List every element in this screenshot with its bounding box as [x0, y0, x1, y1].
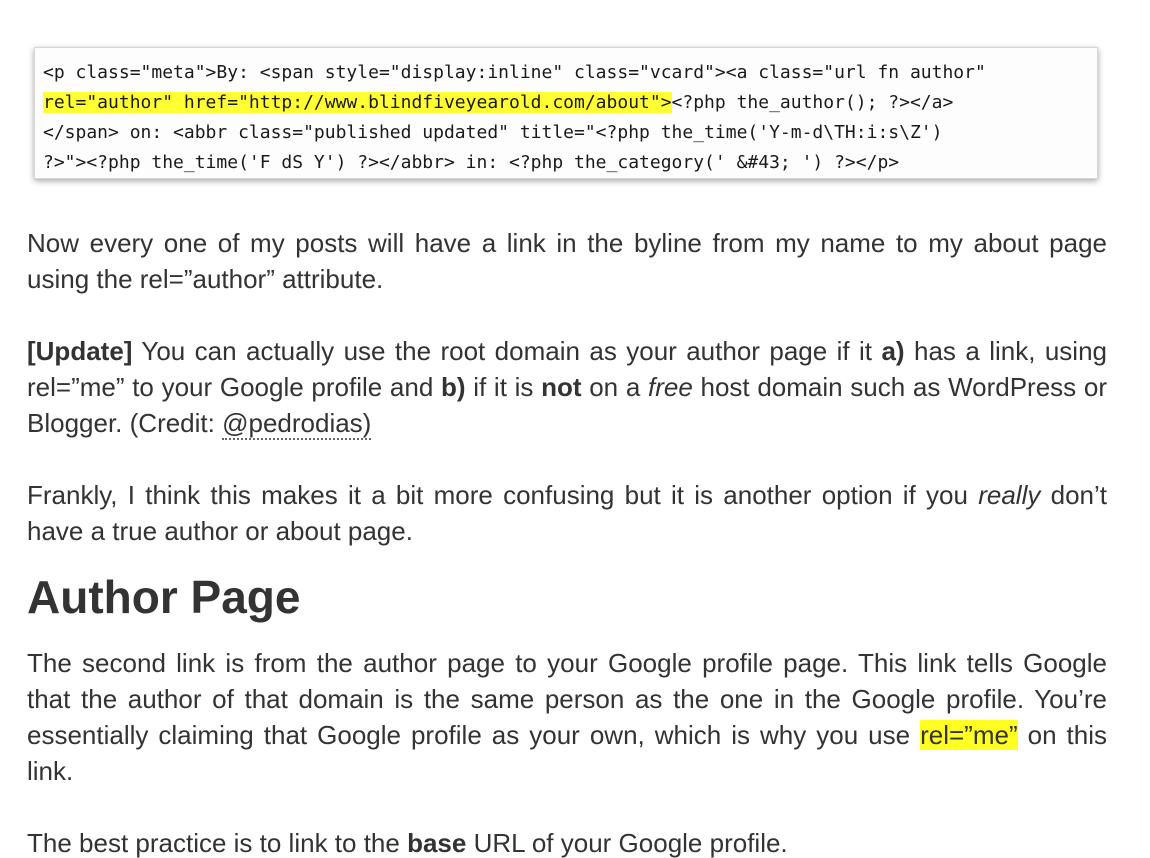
paragraph-byline: Now every one of my posts will have a li… — [27, 225, 1107, 297]
code-screenshot: <p class="meta">By: <span style="display… — [34, 47, 1098, 179]
paragraph-text: URL of your Google profile. — [466, 828, 788, 858]
emphasis-not: not — [541, 372, 582, 402]
emphasis-free: free — [647, 372, 693, 402]
code-line-2-rest: <?php the_author(); ?></a> — [671, 92, 954, 113]
paragraph-best-practice: The best practice is to link to the base… — [27, 825, 1107, 858]
update-label: [Update] — [27, 336, 133, 366]
list-label-b: b) — [440, 372, 466, 402]
code-line-2: rel="author" href="http://www.blindfivey… — [43, 88, 1089, 118]
paragraph-text: on a — [581, 372, 648, 402]
paragraph-text: Now every one of my posts will have a li… — [27, 228, 1107, 294]
code-highlight: rel="author" href="http://www.blindfivey… — [43, 92, 672, 113]
code-line-4: ?>"><?php the_time('F dS Y') ?></abbr> i… — [43, 152, 900, 173]
paragraph-text: You can actually use the root domain as … — [132, 336, 882, 366]
paragraph-text: Frankly, I think this makes it a bit mor… — [27, 480, 979, 510]
paragraph-text: if it is — [465, 372, 542, 402]
credit-link[interactable]: @pedrodias) — [222, 408, 372, 440]
emphasis-base: base — [407, 828, 467, 858]
paragraph-update: [Update] You can actually use the root d… — [27, 333, 1107, 441]
article-body: Now every one of my posts will have a li… — [27, 225, 1107, 858]
paragraph-author-page: The second link is from the author page … — [27, 645, 1107, 789]
paragraph-text: The best practice is to link to the — [27, 828, 408, 858]
emphasis-really: really — [978, 480, 1041, 510]
code-line-1: <p class="meta">By: <span style="display… — [43, 62, 986, 83]
list-label-a: a) — [881, 336, 905, 366]
highlighted-text: rel=”me” — [920, 720, 1018, 750]
paragraph-frankly: Frankly, I think this makes it a bit mor… — [27, 477, 1107, 549]
section-heading: Author Page — [27, 571, 301, 623]
code-line-3: </span> on: <abbr class="published updat… — [43, 122, 943, 143]
